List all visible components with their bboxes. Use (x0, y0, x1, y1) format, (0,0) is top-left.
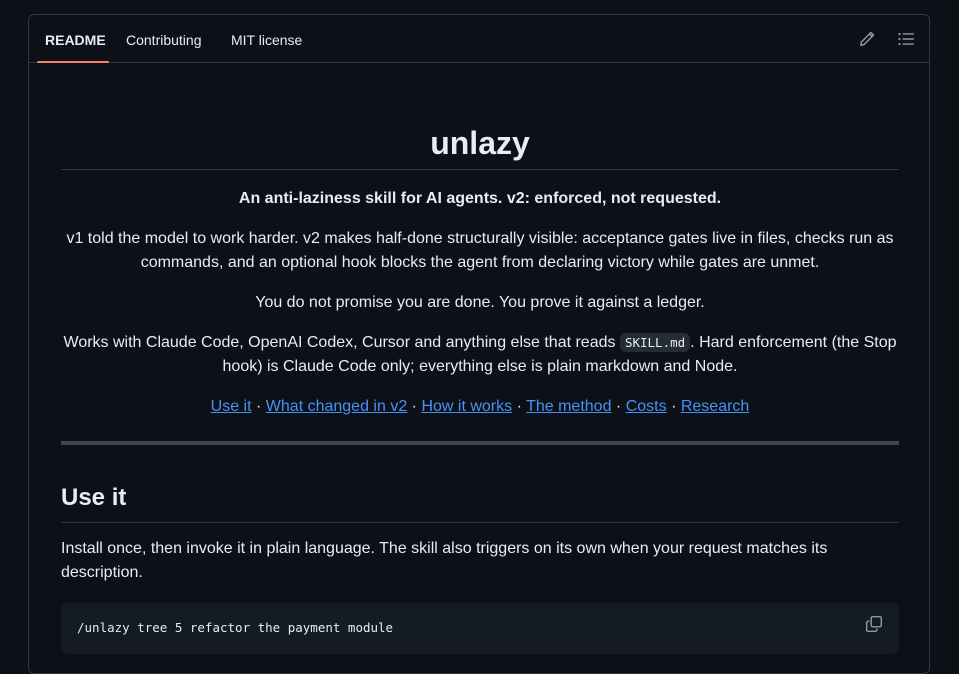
link-what-changed[interactable]: What changed in v2 (266, 398, 407, 415)
link-costs[interactable]: Costs (626, 398, 667, 415)
link-separator: · (411, 398, 417, 415)
readme-paragraph-intro: v1 told the model to work harder. v2 mak… (66, 230, 894, 271)
link-separator: · (516, 398, 522, 415)
readme-panel: README Contributing MIT license unlazy A… (28, 14, 930, 674)
link-how-it-works[interactable]: How it works (421, 398, 512, 415)
list-icon[interactable] (897, 30, 915, 48)
skill-md-code: SKILL.md (619, 333, 691, 352)
readme-paragraph-ledger: You do not promise you are done. You pro… (255, 294, 705, 311)
link-separator: · (256, 398, 262, 415)
link-separator: · (615, 398, 622, 415)
link-use-it[interactable]: Use it (211, 398, 252, 415)
heading-underline (61, 522, 899, 523)
section-body-text: Install once, then invoke it in plain la… (61, 540, 828, 581)
readme-paragraph-compat: Works with Claude Code, OpenAI Codex, Cu… (61, 331, 899, 379)
code-block: /unlazy tree 5 refactor the payment modu… (61, 603, 899, 654)
tab-contributing[interactable]: Contributing (118, 15, 206, 62)
link-research[interactable]: Research (681, 398, 749, 415)
code-command: /unlazy tree 5 refactor the payment modu… (77, 620, 394, 635)
link-separator: · (671, 398, 677, 415)
pencil-icon[interactable] (858, 30, 876, 48)
section-heading-use-it: Use it (61, 484, 127, 511)
copy-icon[interactable] (865, 615, 883, 633)
readme-tagline: An anti-laziness skill for AI agents. v2… (238, 190, 722, 207)
compat-text-before: Works with Claude Code, OpenAI Codex, Cu… (63, 334, 620, 351)
section-divider (61, 441, 899, 445)
readme-tabbar: README Contributing MIT license (29, 15, 929, 63)
link-the-method[interactable]: The method (526, 398, 611, 415)
tab-mit-license[interactable]: MIT license (223, 15, 307, 62)
tab-readme[interactable]: README (37, 15, 109, 63)
title-divider (61, 169, 899, 170)
readme-title: unlazy (430, 125, 530, 161)
readme-nav-links: Use it · What changed in v2 · How it wor… (61, 395, 899, 419)
